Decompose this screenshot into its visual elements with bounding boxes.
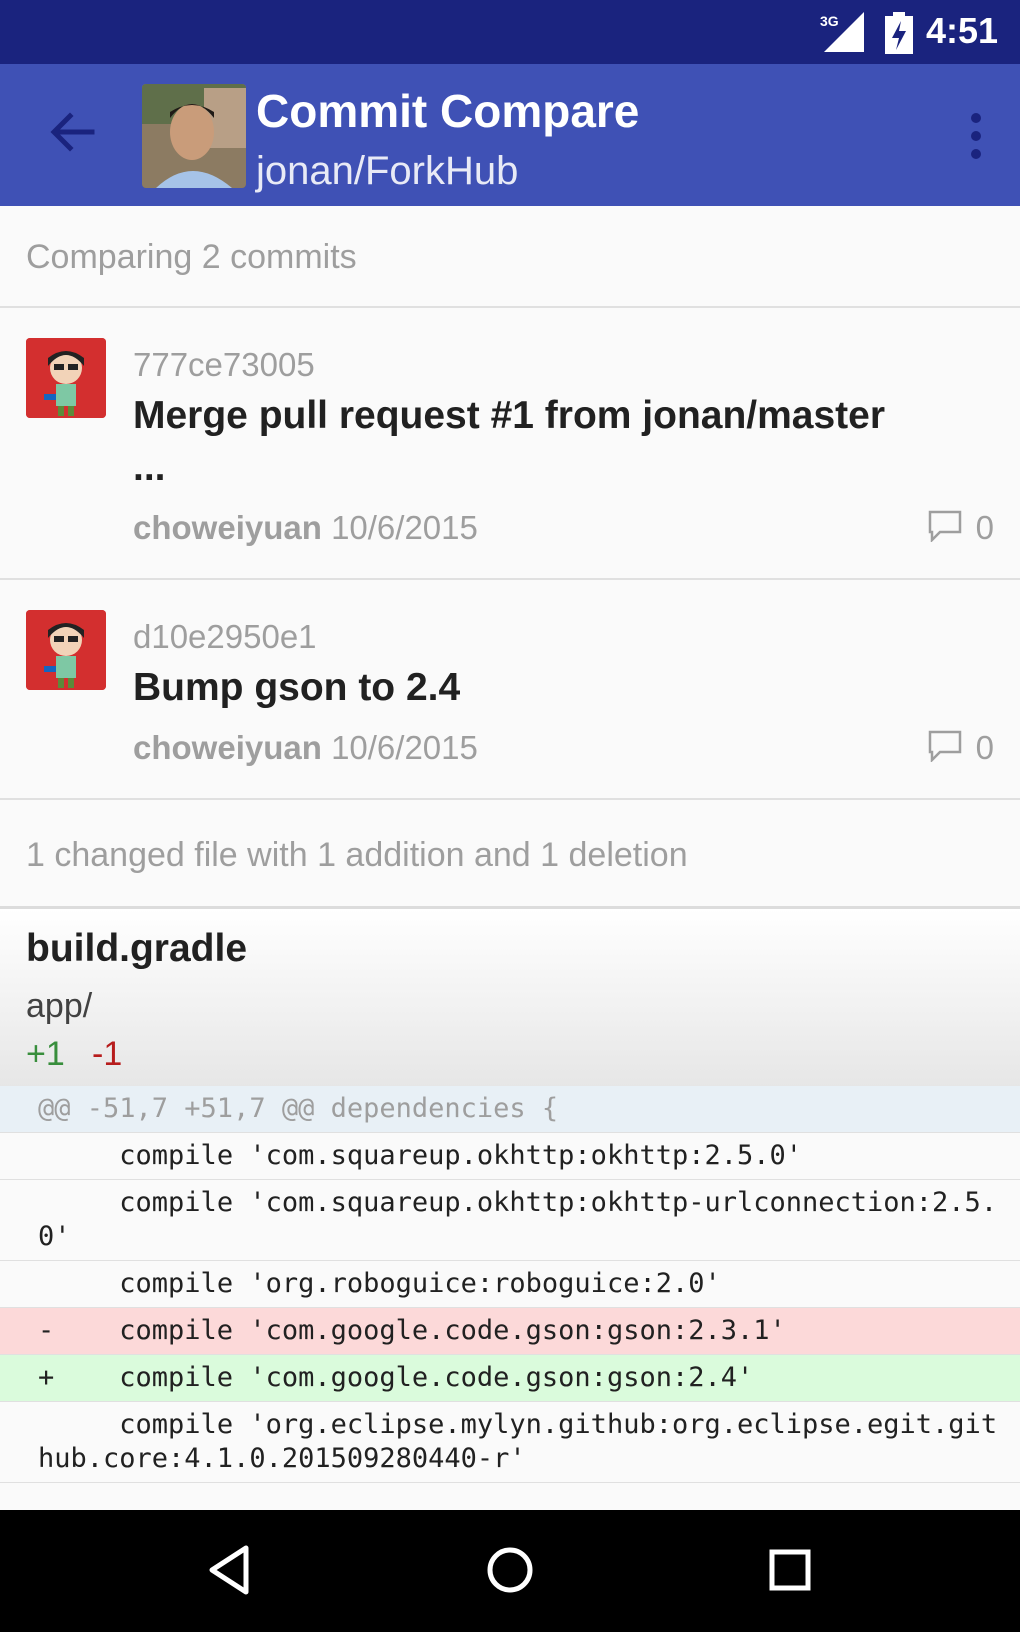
repo-owner-avatar[interactable] <box>142 84 246 188</box>
diff-line: compile 'com.squareup.okhttp:okhttp:2.5.… <box>0 1133 1020 1180</box>
more-options-icon[interactable] <box>964 108 988 164</box>
diff-line-added: + compile 'com.google.code.gson:gson:2.4… <box>0 1355 1020 1402</box>
comment-count: 0 <box>975 509 994 546</box>
file-directory: app/ <box>26 987 93 1025</box>
battery-charging-icon <box>885 12 913 54</box>
file-deletions: -1 <box>92 1035 123 1073</box>
page-title: Commit Compare <box>256 85 640 137</box>
commit-item[interactable]: 777ce73005 Merge pull request #1 from jo… <box>0 308 1020 578</box>
commit-item[interactable]: d10e2950e1 Bump gson to 2.4 choweiyuan 1… <box>0 580 1020 798</box>
compare-summary-text: Comparing 2 commits <box>26 238 357 276</box>
author-avatar[interactable] <box>26 610 106 690</box>
repo-name[interactable]: jonan/ForkHub <box>256 149 518 194</box>
divider <box>0 798 1020 800</box>
commit-author: choweiyuan <box>133 729 322 766</box>
commit-sha: 777ce73005 <box>133 346 315 383</box>
commit-author: choweiyuan <box>133 509 322 546</box>
file-header[interactable]: build.gradle app/ +1 -1 <box>0 906 1020 1089</box>
back-arrow-icon[interactable] <box>44 104 100 160</box>
network-type-label: 3G <box>820 13 839 29</box>
status-bar: 3G 4:51 <box>0 0 1020 64</box>
author-avatar[interactable] <box>26 338 106 418</box>
app-bar: Commit Compare jonan/ForkHub <box>0 64 1020 206</box>
clock: 4:51 <box>925 10 998 51</box>
compare-summary: Comparing 2 commits <box>0 238 1020 277</box>
commit-date: 10/6/2015 <box>331 729 478 766</box>
comment-icon <box>928 510 962 542</box>
files-summary: 1 changed file with 1 addition and 1 del… <box>0 836 1020 875</box>
diff-line: compile 'com.squareup.okhttp:okhttp-urlc… <box>0 1180 1020 1261</box>
diff-line-removed: - compile 'com.google.code.gson:gson:2.3… <box>0 1308 1020 1355</box>
comment-count: 0 <box>975 729 994 766</box>
nav-back-icon[interactable] <box>200 1540 260 1600</box>
nav-home-icon[interactable] <box>480 1540 540 1600</box>
files-summary-text: 1 changed file with 1 addition and 1 del… <box>26 836 688 874</box>
commit-message: Bump gson to 2.4 <box>133 666 461 709</box>
commit-author-line: choweiyuan 10/6/2015 <box>133 729 478 767</box>
commit-message: Merge pull request #1 from jonan/master … <box>133 394 886 489</box>
comment-icon <box>928 730 962 762</box>
diff-view[interactable]: @@ -51,7 +51,7 @@ dependencies { compile… <box>0 1086 1020 1510</box>
commit-date: 10/6/2015 <box>331 509 478 546</box>
signal-3g-icon: 3G <box>820 12 864 52</box>
diff-line: compile 'org.roboguice:roboguice:2.0' <box>0 1261 1020 1308</box>
commit-author-line: choweiyuan 10/6/2015 <box>133 509 478 547</box>
diff-line: compile 'org.eclipse.mylyn.github:org.ec… <box>0 1402 1020 1483</box>
commit-sha: d10e2950e1 <box>133 618 317 655</box>
nav-recents-icon[interactable] <box>760 1540 820 1600</box>
navigation-bar <box>0 1510 1020 1632</box>
diff-hunk-header: @@ -51,7 +51,7 @@ dependencies { <box>0 1086 1020 1133</box>
file-name: build.gradle <box>26 927 248 970</box>
file-additions: +1 <box>26 1035 65 1073</box>
